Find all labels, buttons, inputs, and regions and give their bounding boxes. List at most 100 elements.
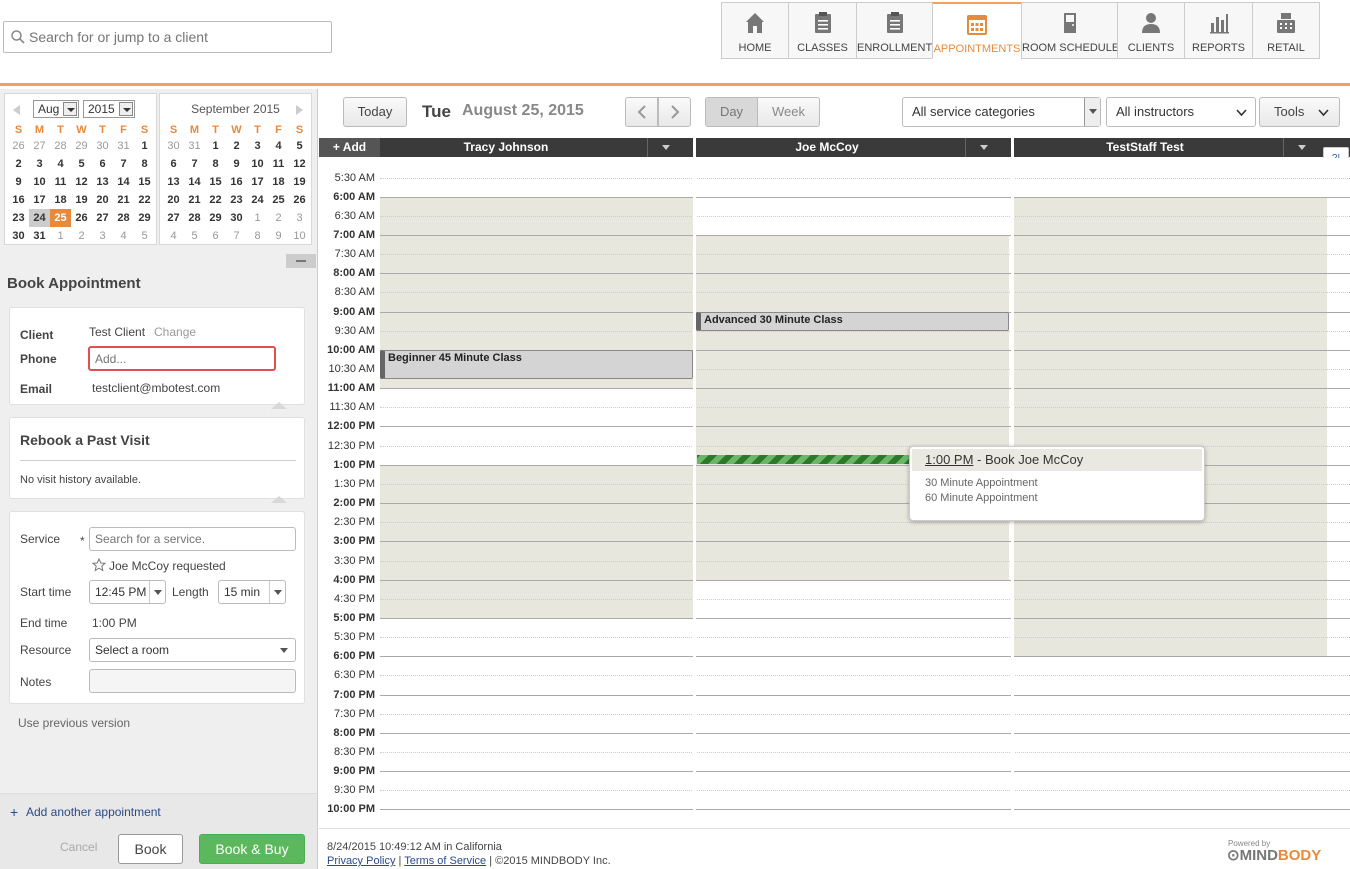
prev-day-button[interactable] <box>625 97 658 127</box>
calendar-day[interactable]: 4 <box>50 155 71 173</box>
calendar-day[interactable]: 24 <box>29 209 50 227</box>
popup-option-60-min[interactable]: 60 Minute Appointment <box>925 492 1038 504</box>
calendar-day[interactable]: 7 <box>113 155 134 173</box>
calendar-day[interactable]: 1 <box>247 209 268 227</box>
calendar-day[interactable]: 11 <box>50 173 71 191</box>
calendar-day[interactable]: 21 <box>113 191 134 209</box>
calendar-day[interactable]: 31 <box>29 227 50 245</box>
calendar-day[interactable]: 30 <box>92 137 113 155</box>
calendar-day[interactable]: 12 <box>289 155 310 173</box>
calendar-day[interactable]: 8 <box>247 227 268 245</box>
calendar-day[interactable]: 18 <box>268 173 289 191</box>
calendar-day[interactable]: 26 <box>8 137 29 155</box>
calendar-day[interactable]: 20 <box>92 191 113 209</box>
column-menu-dropdown[interactable] <box>1283 138 1319 157</box>
calendar-day[interactable]: 5 <box>71 155 92 173</box>
month-select[interactable]: Aug <box>33 100 79 118</box>
calendar-day[interactable]: 27 <box>92 209 113 227</box>
calendar-day[interactable]: 30 <box>163 137 184 155</box>
calendar-day[interactable]: 2 <box>71 227 92 245</box>
calendar-day[interactable]: 2 <box>268 209 289 227</box>
nav-tab-home[interactable]: HOME <box>721 2 789 59</box>
search-input[interactable] <box>29 27 324 47</box>
instructor-select[interactable]: All instructors <box>1106 97 1256 127</box>
day-view-button[interactable]: Day <box>705 97 758 127</box>
calendar-day[interactable]: 29 <box>205 209 226 227</box>
calendar-day[interactable]: 1 <box>50 227 71 245</box>
calendar-day[interactable]: 3 <box>247 137 268 155</box>
calendar-day[interactable]: 31 <box>184 137 205 155</box>
calendar-day[interactable]: 19 <box>289 173 310 191</box>
calendar-day[interactable]: 31 <box>113 137 134 155</box>
calendar-day[interactable]: 22 <box>134 191 155 209</box>
calendar-day[interactable]: 25 <box>268 191 289 209</box>
popup-option-30-min[interactable]: 30 Minute Appointment <box>925 477 1038 489</box>
column-menu-dropdown[interactable] <box>965 138 1001 157</box>
calendar-day[interactable]: 1 <box>205 137 226 155</box>
calendar-day[interactable]: 27 <box>163 209 184 227</box>
book-button[interactable]: Book <box>118 834 183 864</box>
calendar-day[interactable]: 20 <box>163 191 184 209</box>
appointment-block[interactable]: Beginner 45 Minute Class <box>380 349 693 379</box>
calendar-day[interactable]: 23 <box>8 209 29 227</box>
calendar-day[interactable]: 14 <box>113 173 134 191</box>
privacy-policy-link[interactable]: Privacy Policy <box>327 855 395 867</box>
client-search[interactable] <box>3 21 332 53</box>
calendar-day[interactable]: 2 <box>8 155 29 173</box>
calendar-day[interactable]: 26 <box>71 209 92 227</box>
calendar-day[interactable]: 17 <box>247 173 268 191</box>
calendar-day[interactable]: 4 <box>268 137 289 155</box>
calendar-day[interactable]: 11 <box>268 155 289 173</box>
calendar-day[interactable]: 8 <box>205 155 226 173</box>
calendar-day[interactable]: 5 <box>289 137 310 155</box>
book-and-buy-button[interactable]: Book & Buy <box>199 834 305 864</box>
calendar-day[interactable]: 28 <box>184 209 205 227</box>
collapse-calendar-button[interactable] <box>286 254 316 268</box>
calendar-day[interactable]: 9 <box>8 173 29 191</box>
selected-slot[interactable] <box>697 455 912 464</box>
calendar-day[interactable]: 5 <box>184 227 205 245</box>
nav-tab-room-schedule[interactable]: ROOM SCHEDULE <box>1021 2 1119 59</box>
week-view-button[interactable]: Week <box>757 97 820 127</box>
calendar-day[interactable]: 10 <box>289 227 310 245</box>
calendar-day[interactable]: 6 <box>92 155 113 173</box>
next-day-button[interactable] <box>658 97 691 127</box>
calendar-day[interactable]: 28 <box>50 137 71 155</box>
calendar-day[interactable]: 3 <box>289 209 310 227</box>
year-select[interactable]: 2015 <box>83 100 135 118</box>
calendar-day[interactable]: 9 <box>226 155 247 173</box>
calendar-day[interactable]: 10 <box>247 155 268 173</box>
notes-input[interactable] <box>89 669 296 693</box>
resource-select[interactable]: Select a room <box>89 638 296 662</box>
calendar-day[interactable]: 19 <box>71 191 92 209</box>
cancel-link[interactable]: Cancel <box>60 840 97 854</box>
calendar-day[interactable]: 22 <box>205 191 226 209</box>
popup-time-link[interactable]: 1:00 PM <box>925 452 973 467</box>
calendar-day[interactable]: 14 <box>184 173 205 191</box>
calendar-day[interactable]: 4 <box>163 227 184 245</box>
calendar-day[interactable]: 13 <box>163 173 184 191</box>
calendar-day[interactable]: 5 <box>134 227 155 245</box>
calendar-day[interactable]: 23 <box>226 191 247 209</box>
calendar-day[interactable]: 17 <box>29 191 50 209</box>
calendar-day[interactable]: 8 <box>134 155 155 173</box>
next-month-icon[interactable] <box>296 105 303 115</box>
calendar-day[interactable]: 26 <box>289 191 310 209</box>
calendar-day[interactable]: 29 <box>134 209 155 227</box>
collapse-arrow-icon[interactable] <box>268 494 290 504</box>
nav-tab-classes[interactable]: CLASSES <box>788 2 857 59</box>
column-menu-dropdown[interactable] <box>647 138 683 157</box>
calendar-day[interactable]: 6 <box>205 227 226 245</box>
service-category-select[interactable]: All service categories <box>902 97 1101 127</box>
calendar-day[interactable]: 16 <box>226 173 247 191</box>
calendar-day[interactable]: 10 <box>29 173 50 191</box>
calendar-day[interactable]: 24 <box>247 191 268 209</box>
collapse-arrow-icon[interactable] <box>268 400 290 410</box>
change-client-link[interactable]: Change <box>154 325 196 339</box>
calendar-day[interactable]: 28 <box>113 209 134 227</box>
calendar-day[interactable]: 1 <box>134 137 155 155</box>
calendar-day[interactable]: 12 <box>71 173 92 191</box>
calendar-day[interactable]: 7 <box>226 227 247 245</box>
add-appointment-button[interactable]: + Add <box>319 138 380 157</box>
add-another-appointment-link[interactable]: Add another appointment <box>26 805 161 819</box>
